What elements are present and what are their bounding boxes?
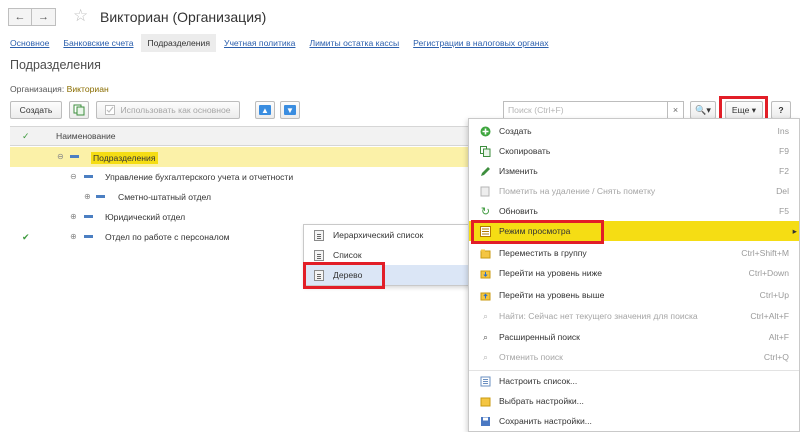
- find-icon: ⌕: [482, 310, 489, 321]
- checkbox-icon: [105, 105, 116, 115]
- view-option-label: Иерархический список: [333, 230, 424, 240]
- use-as-main-button[interactable]: Использовать как основное: [96, 101, 240, 119]
- advanced-search-icon: ⌕: [482, 331, 489, 342]
- menu-item-mark-delete[interactable]: Пометить на удаление / Снять пометку Del: [469, 181, 799, 201]
- create-button[interactable]: Создать: [10, 101, 62, 119]
- find-button[interactable]: 🔍▾: [690, 101, 716, 119]
- collapse-icon[interactable]: ⊖: [57, 152, 64, 161]
- star-icon[interactable]: ☆: [73, 6, 88, 26]
- view-hierarchical-list[interactable]: Иерархический список: [304, 225, 468, 245]
- list-icon: [314, 249, 324, 261]
- menu-item-cancel-search[interactable]: ⌕ Отменить поиск Ctrl+Q: [469, 347, 799, 367]
- menu-item-edit[interactable]: Изменить F2: [469, 161, 799, 181]
- copy-icon: [480, 145, 491, 157]
- menu-item-choose-settings[interactable]: Выбрать настройки...: [469, 391, 799, 411]
- menu-item-refresh[interactable]: ↻ Обновить F5: [469, 201, 799, 221]
- tab-cash-limits[interactable]: Лимиты остатка кассы: [309, 35, 399, 51]
- folder-icon: [84, 235, 93, 238]
- view-mode-highlight: [471, 220, 604, 244]
- forward-button[interactable]: →: [32, 8, 56, 26]
- settings-list-icon: [480, 376, 491, 387]
- tab-accounting-policy[interactable]: Учетная политика: [224, 35, 295, 51]
- hierarchical-list-icon: [314, 229, 324, 241]
- cancel-search-icon: ⌕: [482, 351, 489, 362]
- copy-button[interactable]: [69, 101, 89, 119]
- menu-item-save-settings[interactable]: Сохранить настройки...: [469, 411, 799, 431]
- menu-item-advanced-search[interactable]: ⌕ Расширенный поиск Alt+F: [469, 327, 799, 347]
- menu-item-level-down[interactable]: Перейти на уровень ниже Ctrl+Down: [469, 263, 799, 283]
- menu-item-find[interactable]: ⌕ Найти: Сейчас нет текущего значения дл…: [469, 306, 799, 326]
- organization-value[interactable]: Викториан: [67, 84, 109, 94]
- clear-search-button[interactable]: ×: [668, 101, 684, 119]
- checkmark-icon: ✔: [22, 232, 30, 242]
- save-settings-icon: [480, 416, 491, 427]
- row-name: Управление бухгалтерского учета и отчетн…: [105, 172, 294, 182]
- tab-tax-registrations[interactable]: Регистрации в налоговых органах: [413, 35, 548, 51]
- row-name: Юридический отдел: [105, 212, 186, 222]
- folder-icon: [96, 195, 105, 198]
- use-as-main-label: Использовать как основное: [120, 105, 231, 115]
- folder-icon: [70, 155, 79, 158]
- window-title: Викториан (Организация): [100, 9, 267, 25]
- row-name: Подразделения: [91, 152, 158, 164]
- organization-label: Организация:: [10, 84, 65, 94]
- search-input[interactable]: Поиск (Ctrl+F): [503, 101, 668, 119]
- tab-departments[interactable]: Подразделения: [141, 34, 216, 52]
- view-option-label: Список: [333, 250, 362, 260]
- choose-settings-icon: [480, 396, 491, 407]
- tab-bank-accounts[interactable]: Банковские счета: [63, 35, 133, 51]
- table-row[interactable]: [10, 187, 468, 207]
- arrow-left-icon: ←: [14, 11, 26, 23]
- level-up-icon: [480, 290, 491, 301]
- menu-item-move-to-group[interactable]: Переместить в группу Ctrl+Shift+M: [469, 243, 799, 263]
- pencil-icon: [480, 166, 491, 177]
- row-name: Отдел по работе с персоналом: [105, 232, 230, 242]
- tab-main[interactable]: Основное: [10, 35, 49, 51]
- delete-mark-icon: [480, 186, 491, 197]
- back-button[interactable]: ←: [8, 8, 32, 26]
- tree-option-highlight: [303, 262, 385, 289]
- column-checked-header[interactable]: ✓: [22, 131, 30, 142]
- move-up-button[interactable]: ▲: [255, 101, 275, 119]
- move-group-icon: [480, 248, 491, 259]
- arrow-down-icon: ▼: [284, 105, 296, 115]
- move-down-button[interactable]: ▼: [280, 101, 300, 119]
- plus-icon: [480, 126, 491, 137]
- column-name-header[interactable]: Наименование: [56, 131, 116, 141]
- folder-icon: [84, 215, 93, 218]
- expand-icon[interactable]: ⊕: [84, 192, 91, 201]
- row-name: Сметно-штатный отдел: [118, 192, 212, 202]
- arrow-up-icon: ▲: [259, 105, 271, 115]
- expand-icon[interactable]: ⊕: [70, 212, 77, 221]
- level-down-icon: [480, 268, 491, 279]
- expand-icon[interactable]: ⊕: [70, 232, 77, 241]
- folder-icon: [84, 175, 93, 178]
- organization-line: Организация: Викториан: [10, 84, 109, 94]
- menu-item-create[interactable]: Создать Ins: [469, 121, 799, 141]
- more-actions-menu: Создать Ins Скопировать F9 Изменить F2 Поме…: [468, 118, 800, 432]
- refresh-icon: ↻: [480, 205, 491, 218]
- help-button[interactable]: ?: [771, 101, 791, 119]
- navigation-buttons: ← →: [8, 8, 56, 26]
- magnifier-icon: 🔍▾: [695, 104, 711, 115]
- tab-bar: Основное Банковские счета Подразделения …: [10, 34, 563, 52]
- section-title: Подразделения: [10, 58, 101, 72]
- collapse-icon[interactable]: ⊖: [70, 172, 77, 181]
- arrow-right-icon: →: [38, 11, 49, 23]
- copy-icon: [73, 104, 85, 116]
- menu-item-copy[interactable]: Скопировать F9: [469, 141, 799, 161]
- menu-item-level-up[interactable]: Перейти на уровень выше Ctrl+Up: [469, 285, 799, 305]
- menu-item-configure-list[interactable]: Настроить список...: [469, 371, 799, 391]
